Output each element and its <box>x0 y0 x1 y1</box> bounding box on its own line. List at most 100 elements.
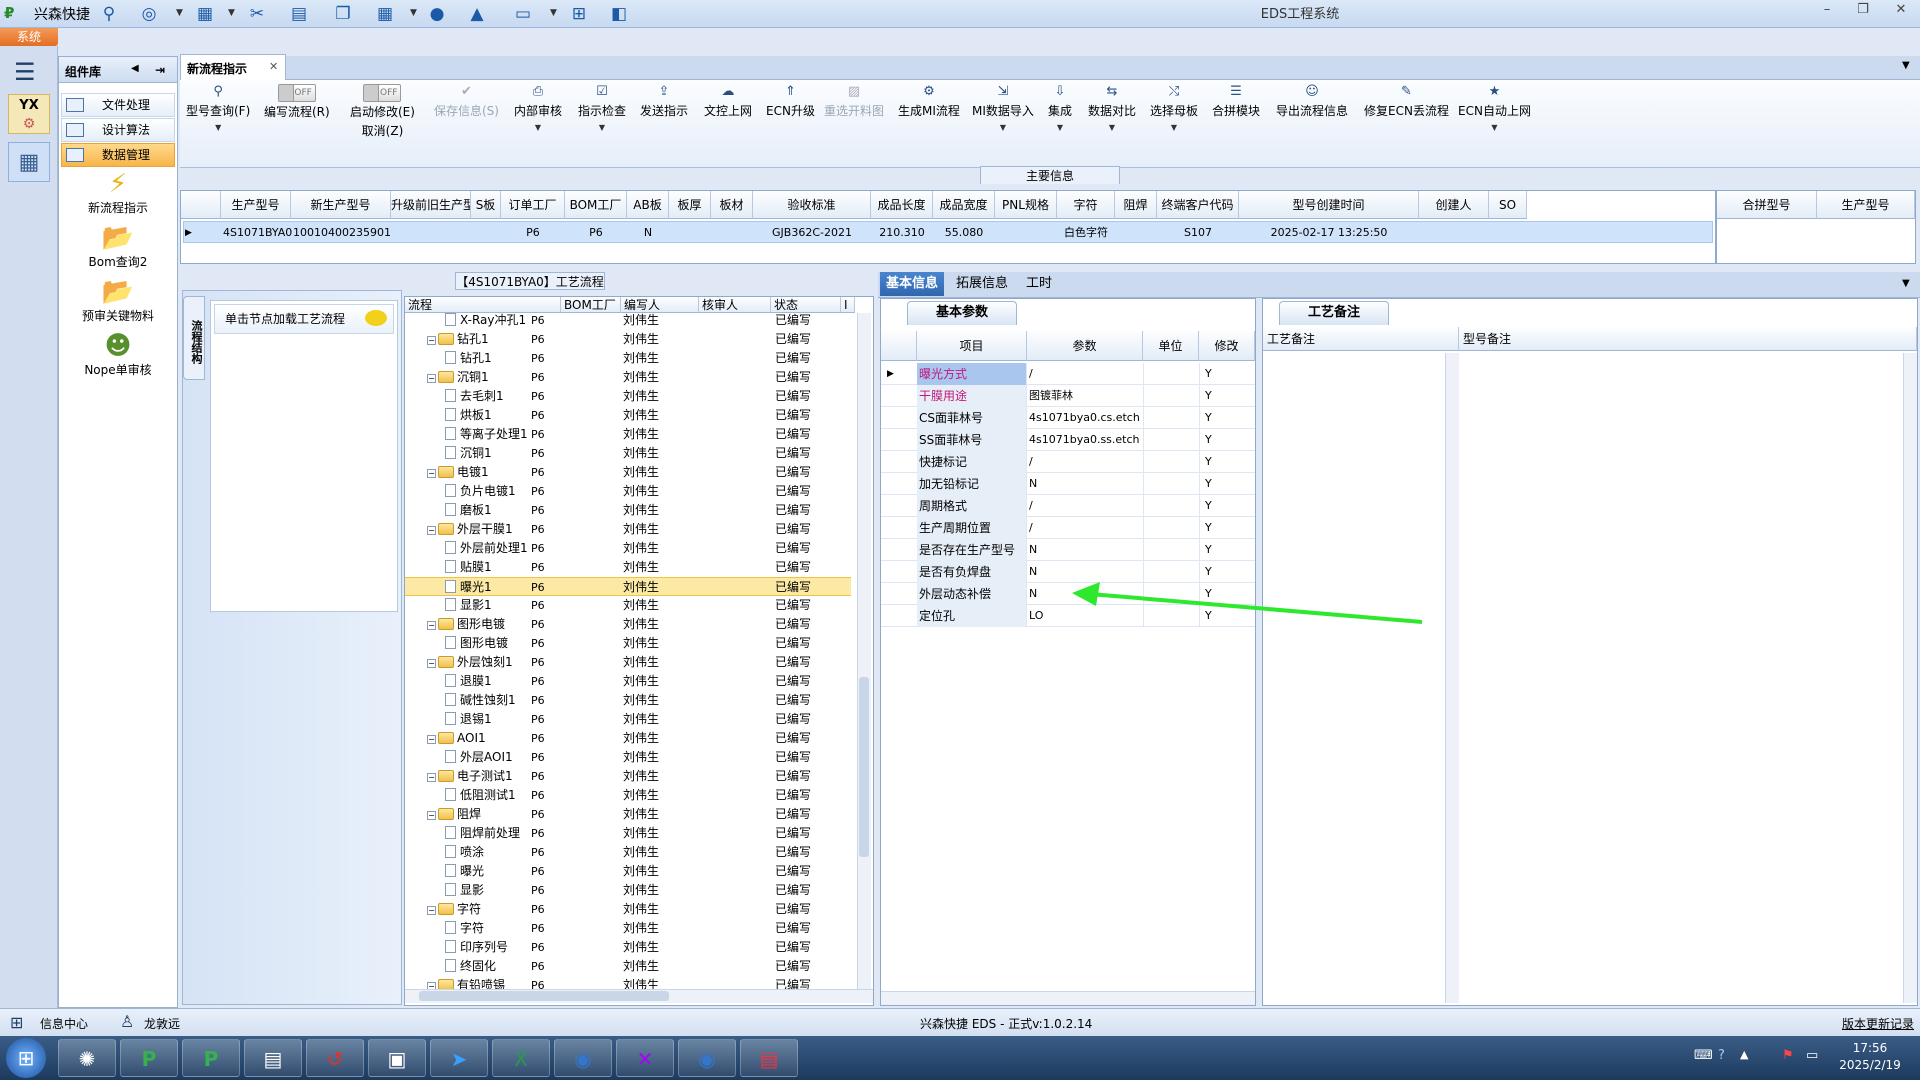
instruction-check-button[interactable]: ☑ 指示检查 ▼ <box>578 84 626 132</box>
column-header[interactable]: BOM工厂 <box>565 191 627 219</box>
param-row[interactable]: ▶ 曝光方式 / Y <box>881 363 1255 385</box>
collapse-icon[interactable]: − <box>427 621 436 630</box>
taskbar-app-doc[interactable]: ▤ <box>740 1039 798 1077</box>
tree-node[interactable]: 外层前处理1 <box>445 539 528 558</box>
scissors-icon[interactable]: ✂ <box>244 2 270 26</box>
chevron-down-icon[interactable]: ▼ <box>1088 123 1136 132</box>
vertical-scrollbar[interactable] <box>857 313 871 989</box>
table-icon[interactable]: ▦ <box>192 2 218 26</box>
collapse-icon[interactable]: − <box>427 773 436 782</box>
collapse-icon[interactable]: − <box>427 735 436 744</box>
tree-row[interactable]: 终固化 P6 刘伟生 已编写 <box>405 957 851 976</box>
cancel-button[interactable]: 取消(Z) <box>362 124 404 138</box>
tree-node[interactable]: X-Ray冲孔1 <box>445 311 526 330</box>
table-cell[interactable]: 4S1071BYA0 <box>223 223 292 243</box>
minimize-icon[interactable]: – <box>1816 2 1838 22</box>
scrollbar-thumb[interactable] <box>419 991 669 1001</box>
column-header[interactable]: 工艺备注 <box>1263 327 1459 351</box>
tree-node[interactable]: 阻焊前处理 <box>445 824 520 843</box>
param-row[interactable]: CS面菲林号 4s1071bya0.cs.etch Y <box>881 407 1255 429</box>
tree-node[interactable]: 低阻测试1 <box>445 786 516 805</box>
tree-node[interactable]: 曝光 <box>445 862 484 881</box>
taskbar-app-p1[interactable]: P <box>120 1039 178 1077</box>
column-header[interactable]: 新生产型号 <box>291 191 391 219</box>
hamburger-icon[interactable]: ☰ <box>14 58 36 86</box>
tree-node[interactable]: 负片电镀1 <box>445 482 516 501</box>
tree-node[interactable]: 外层AOI1 <box>445 748 513 767</box>
tree-node[interactable]: 图形电镀 <box>445 634 508 653</box>
tree-row[interactable]: 钻孔1 P6 刘伟生 已编写 <box>405 349 851 368</box>
generate-mi-process-button[interactable]: ⚙ 生成MI流程 <box>898 84 960 119</box>
tree-node[interactable]: − 字符 <box>427 900 481 919</box>
comp-item-data-management[interactable]: 数据管理 <box>61 143 175 167</box>
taskbar-app-x[interactable]: ✕ <box>616 1039 674 1077</box>
tree-node[interactable]: 曝光1 <box>445 578 492 597</box>
table-cell[interactable] <box>473 223 499 243</box>
tree-node[interactable]: 显影1 <box>445 596 492 615</box>
tree-row[interactable]: 喷涂 P6 刘伟生 已编写 <box>405 843 851 862</box>
tree-node[interactable]: 字符 <box>445 919 484 938</box>
tree-row[interactable]: 烘板1 P6 刘伟生 已编写 <box>405 406 851 425</box>
model-query-button[interactable]: ⚲ 型号查询(F) ▼ <box>186 84 250 132</box>
tree-row[interactable]: − 电子测试1 P6 刘伟生 已编写 <box>405 767 851 786</box>
tree-row[interactable]: 外层AOI1 P6 刘伟生 已编写 <box>405 748 851 767</box>
close-icon[interactable]: ✕ <box>1890 2 1912 22</box>
collapse-icon[interactable]: − <box>427 659 436 668</box>
notes-scrollbar[interactable] <box>1445 353 1459 1003</box>
flag-icon[interactable]: ⚑ <box>1782 1048 1794 1063</box>
windows-icon[interactable]: ⊞ <box>10 1013 23 1032</box>
table-cell[interactable]: N <box>629 223 667 243</box>
column-header[interactable]: 生产型号 <box>1817 191 1915 219</box>
table-cell[interactable] <box>997 223 1055 243</box>
load-process-button[interactable]: 单击节点加载工艺流程 <box>214 304 394 334</box>
tree-row[interactable]: 沉铜1 P6 刘伟生 已编写 <box>405 444 851 463</box>
lifebuoy-icon[interactable]: ◎ <box>136 2 162 26</box>
tree-row[interactable]: 字符 P6 刘伟生 已编写 <box>405 919 851 938</box>
table-cell[interactable] <box>1421 223 1487 243</box>
ecn-auto-online-button[interactable]: ★ ECN自动上网 ▼ <box>1458 84 1531 132</box>
big-icon-new-process[interactable]: ⚡ 新流程指示 <box>61 169 175 216</box>
tree-node[interactable]: − 阻焊 <box>427 805 481 824</box>
tree-row[interactable]: − 沉铜1 P6 刘伟生 已编写 <box>405 368 851 387</box>
tab-basic-info[interactable]: 基本信息 <box>880 272 945 296</box>
tab-new-process[interactable]: 新流程指示 ✕ <box>180 54 286 80</box>
reselect-cutting-chart-button[interactable]: ▨ 重选开料图 <box>824 84 884 119</box>
param-value[interactable]: LO <box>1027 605 1043 627</box>
column-header[interactable]: 生产型号 <box>221 191 291 219</box>
internal-review-button[interactable]: ⎙ 内部审核 ▼ <box>514 84 562 132</box>
tree-node[interactable]: 等离子处理1 <box>445 425 528 444</box>
merge-module-button[interactable]: ☰ 合拼模块 <box>1212 84 1260 119</box>
column-header[interactable]: 订单工厂 <box>501 191 565 219</box>
system-menu-button[interactable]: 系统 <box>0 28 58 46</box>
column-header[interactable]: AB板 <box>627 191 669 219</box>
column-header[interactable]: 阻焊 <box>1115 191 1157 219</box>
column-header[interactable]: 参数 <box>1027 331 1143 361</box>
info-center-link[interactable]: 信息中心 <box>40 1015 88 1032</box>
table-cell[interactable] <box>1117 223 1155 243</box>
param-value[interactable]: 4s1071bya0.ss.etch <box>1027 429 1140 451</box>
table-cell[interactable] <box>1491 223 1525 243</box>
toggle-switch[interactable]: OFF <box>363 84 402 102</box>
restore-icon[interactable]: ❐ <box>1852 2 1874 22</box>
column-header[interactable]: 板材 <box>711 191 753 219</box>
taskbar-app-save[interactable]: ▣ <box>368 1039 426 1077</box>
tree-row[interactable]: 图形电镀 P6 刘伟生 已编写 <box>405 634 851 653</box>
tree-node[interactable]: − 沉铜1 <box>427 368 489 387</box>
column-header[interactable]: S板 <box>471 191 501 219</box>
process-structure-tab[interactable]: 流程结构 <box>183 296 205 380</box>
tree-node[interactable]: − 钻孔1 <box>427 330 489 349</box>
tree-row[interactable]: 印序列号 P6 刘伟生 已编写 <box>405 938 851 957</box>
export-process-info-button[interactable]: ☺ 导出流程信息 <box>1276 84 1348 119</box>
collapse-icon[interactable]: − <box>427 374 436 383</box>
column-header[interactable]: 字符 <box>1057 191 1115 219</box>
tree-node[interactable]: 退膜1 <box>445 672 492 691</box>
tree-row[interactable]: − 字符 P6 刘伟生 已编写 <box>405 900 851 919</box>
param-row[interactable]: 快捷标记 / Y <box>881 451 1255 473</box>
grid-icon[interactable]: ▤ <box>286 2 312 26</box>
apps-icon[interactable]: ▦ <box>372 2 398 26</box>
tree-row[interactable]: − 钻孔1 P6 刘伟生 已编写 <box>405 330 851 349</box>
taskbar-app-blue[interactable]: ➤ <box>430 1039 488 1077</box>
param-value[interactable]: N <box>1027 561 1037 583</box>
tree-node[interactable]: 退锡1 <box>445 710 492 729</box>
horizontal-scrollbar[interactable] <box>881 991 1255 1005</box>
